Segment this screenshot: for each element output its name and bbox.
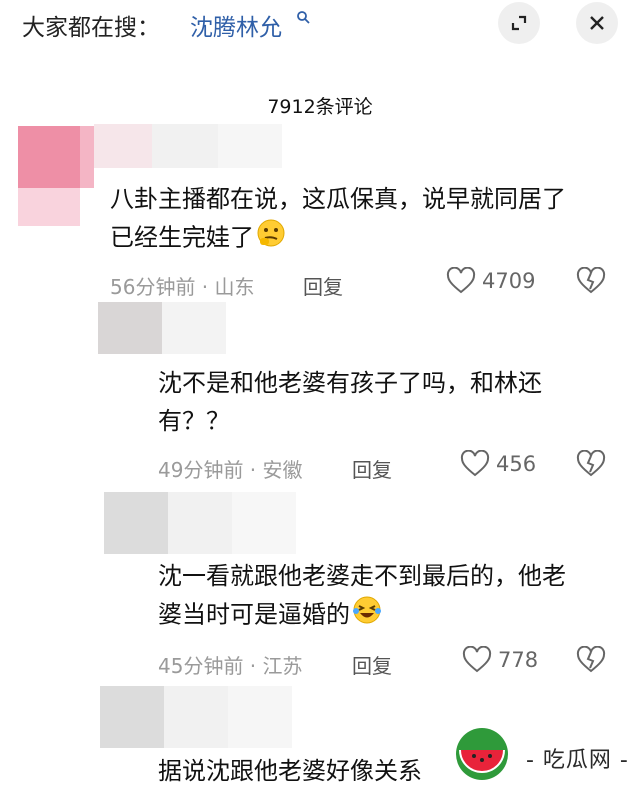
dislike-icon[interactable] [576,267,606,295]
comment-meta: 45分钟前 · 江苏 [158,654,303,678]
heart-icon [462,646,492,673]
like-count: 4709 [482,269,536,293]
comment-meta: 49分钟前 · 安徽 [158,458,303,482]
like-button[interactable]: 778 [462,646,538,674]
comment-text: 沈不是和他老婆有孩子了吗，和林还 有？？ [158,369,542,435]
expand-button[interactable] [498,2,540,44]
like-button[interactable]: 456 [460,450,536,478]
expand-icon [511,15,527,31]
like-count: 778 [498,648,539,672]
reply-button[interactable]: 回复 [352,650,392,679]
dislike-icon[interactable] [576,450,606,478]
search-prefix: 大家都在搜： [22,15,160,41]
heart-icon [446,267,476,294]
comment-text: 沈一看就跟他老婆走不到最后的，他老 婆当时可是逼婚的 [158,557,566,636]
laughing-tears-icon [352,595,382,636]
comment-text: 据说沈跟他老婆好像关系 [158,757,422,785]
close-icon [590,16,604,30]
reply-button[interactable]: 回复 [352,454,392,483]
thinking-face-icon [256,218,286,259]
like-count: 456 [496,452,537,476]
comment-text: 八卦主播都在说，这瓜保真，说早就同居了 已经生完娃了 [110,180,566,259]
watermark-text: - 吃瓜网 - [526,748,629,773]
comment-count: 7912条评论 [267,96,373,118]
top-bar: 大家都在搜： 沈腾林允 [0,0,640,48]
close-button[interactable] [576,2,618,44]
dislike-icon[interactable] [576,646,606,674]
search-icon[interactable] [296,10,310,24]
search-suggestion-link[interactable]: 沈腾林允 [190,8,282,42]
reply-button[interactable]: 回复 [303,271,343,300]
comment-meta: 56分钟前 · 山东 [110,275,255,299]
watermelon-logo [450,722,514,786]
heart-icon [460,450,490,477]
like-button[interactable]: 4709 [446,267,535,295]
